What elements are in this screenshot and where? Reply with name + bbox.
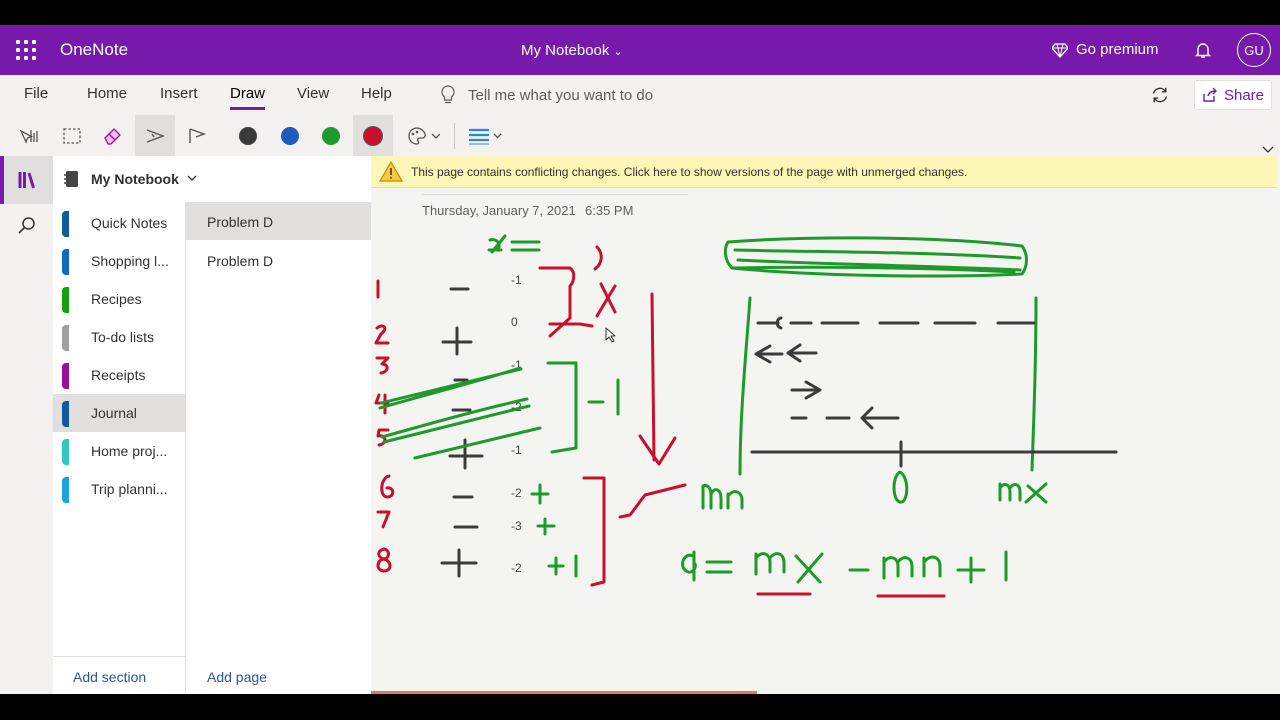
title-bar: OneNote My Notebook ⌄ Go premium GU [0, 25, 1280, 75]
lightbulb-icon [441, 85, 455, 104]
section-label: Trip planni... [91, 481, 168, 497]
section-label: Home proj... [91, 443, 168, 459]
app-launcher-icon[interactable] [16, 40, 36, 60]
conflict-banner[interactable]: This page contains conflicting changes. … [371, 156, 1277, 188]
go-premium-label: Go premium [1076, 41, 1159, 58]
page-item[interactable]: Problem D [186, 241, 372, 279]
horizontal-scrollbar[interactable] [371, 691, 757, 694]
notebook-header[interactable]: My Notebook [53, 156, 371, 202]
page-item[interactable]: Problem D [186, 202, 372, 240]
section-color-tab [62, 477, 69, 503]
palette-icon [408, 126, 440, 145]
menu-insert[interactable]: Insert [160, 85, 198, 102]
section-color-tab [62, 363, 69, 389]
share-button[interactable]: Share [1194, 80, 1272, 110]
pen-color-swatch [239, 126, 257, 145]
pen-red[interactable] [353, 115, 393, 156]
page-label: Problem D [207, 214, 274, 230]
add-page-link[interactable]: Add page [207, 669, 267, 685]
section-item[interactable]: Receipts [53, 356, 185, 394]
lasso-type-select-icon[interactable] [10, 115, 50, 156]
section-label: Journal [91, 405, 137, 421]
chevron-down-icon: ⌄ [613, 46, 623, 58]
app-name[interactable]: OneNote [60, 40, 128, 60]
page-label: Problem D [207, 253, 274, 269]
section-item[interactable]: Home proj... [53, 432, 185, 470]
avatar[interactable]: GU [1237, 33, 1271, 67]
menu-view[interactable]: View [297, 85, 329, 102]
section-color-tab [62, 439, 69, 465]
draw-toolbar [0, 115, 1280, 156]
section-item[interactable]: To-do lists [53, 318, 185, 356]
sync-icon[interactable] [1150, 85, 1170, 110]
notebook-name: My Notebook [91, 171, 179, 187]
diamond-icon [1052, 42, 1068, 58]
menu-file[interactable]: File [24, 85, 48, 102]
pen-color-swatch [281, 126, 299, 145]
ink-drawing[interactable] [371, 187, 1280, 694]
section-color-tab [62, 211, 69, 237]
eraser-icon[interactable] [93, 115, 133, 156]
pen-color-swatch [364, 126, 382, 145]
ink-to-shape-icon[interactable] [135, 115, 175, 156]
section-item[interactable]: Recipes [53, 280, 185, 318]
pen-blue[interactable] [270, 115, 310, 156]
ink-replay-icon[interactable] [177, 115, 217, 156]
tell-me-search[interactable]: Tell me what you want to do [440, 85, 653, 105]
section-label: To-do lists [91, 329, 155, 345]
toolbar-divider [454, 123, 455, 149]
library-icon [18, 172, 35, 189]
section-item[interactable]: Quick Notes [53, 204, 185, 242]
ink-color-palette-dropdown[interactable] [400, 115, 446, 156]
notebook-icon [64, 171, 78, 187]
page-list: Problem D Problem D Add page [185, 202, 372, 694]
section-label: Receipts [91, 367, 146, 383]
chevron-down-icon [187, 175, 197, 181]
menu-draw[interactable]: Draw [230, 85, 266, 110]
warning-icon [379, 161, 403, 182]
tell-me-placeholder: Tell me what you want to do [468, 86, 654, 104]
notebook-title-label: My Notebook [521, 42, 610, 59]
notifications-bell-icon[interactable] [1194, 41, 1212, 64]
notebook-title-dropdown[interactable]: My Notebook ⌄ [521, 42, 623, 59]
search-icon[interactable] [17, 216, 37, 241]
go-premium-button[interactable]: Go premium [1052, 41, 1159, 58]
notebooks-button[interactable] [0, 156, 53, 204]
menu-home[interactable]: Home [87, 85, 127, 102]
section-item-journal[interactable]: Journal [53, 394, 185, 432]
pen-black[interactable] [228, 115, 268, 156]
conflict-banner-text: This page contains conflicting changes. … [411, 165, 968, 179]
lasso-select-icon[interactable] [52, 115, 92, 156]
section-label: Shopping l... [91, 253, 169, 269]
pen-color-swatch [322, 126, 340, 145]
navigation-rail [0, 156, 53, 694]
menu-help[interactable]: Help [361, 85, 392, 102]
share-icon [1203, 87, 1217, 102]
pen-green[interactable] [311, 115, 351, 156]
section-label: Quick Notes [91, 215, 168, 231]
section-label: Recipes [91, 291, 142, 307]
share-label: Share [1223, 86, 1265, 104]
section-item[interactable]: Trip planni... [53, 470, 185, 508]
ribbon-tabs: File Home Insert Draw View Help Tell me … [0, 75, 1280, 115]
section-color-tab [62, 325, 69, 351]
section-color-tab [62, 249, 69, 275]
section-color-tab [62, 287, 69, 313]
section-list: Quick Notes Shopping l... Recipes To-do … [53, 156, 371, 694]
add-section-link[interactable]: Add section [73, 669, 146, 685]
line-thickness-dropdown[interactable] [462, 115, 506, 156]
section-item[interactable]: Shopping l... [53, 242, 185, 280]
line-thickness-icon [469, 128, 502, 144]
section-color-tab [62, 401, 69, 427]
